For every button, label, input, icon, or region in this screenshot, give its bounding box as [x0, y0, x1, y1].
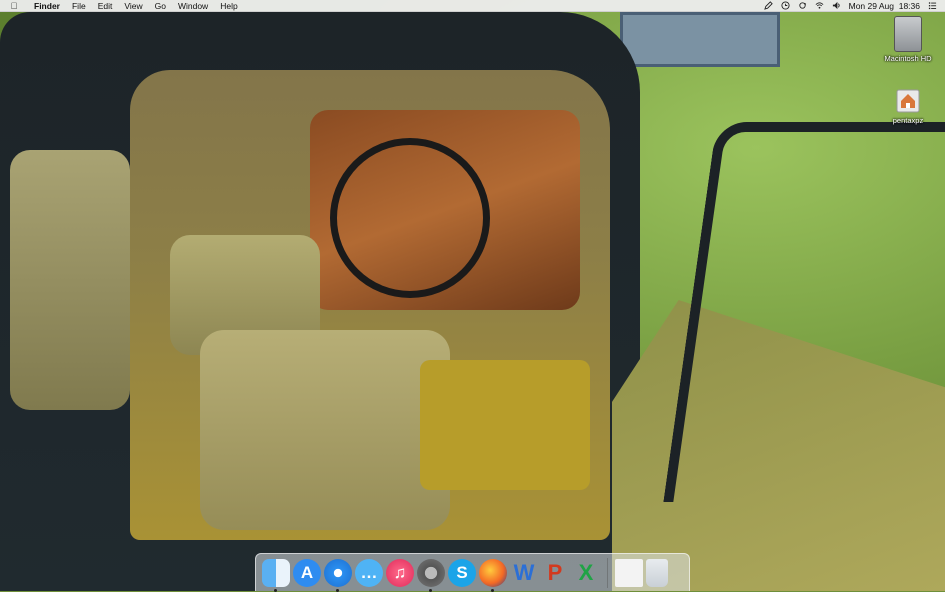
menu-help[interactable]: Help	[214, 0, 243, 12]
dock: A … ♫ S W P X	[255, 553, 690, 592]
desktop-icon-label: pentaxpz	[892, 116, 924, 125]
dock-separator	[607, 557, 608, 588]
desktop-wallpaper	[0, 0, 945, 591]
firefox-icon[interactable]	[479, 558, 507, 592]
app-store-icon[interactable]: A	[293, 558, 321, 587]
sync-icon[interactable]	[798, 1, 807, 10]
menu-bar:  Finder File Edit View Go Window Help M…	[0, 0, 945, 12]
running-indicator	[274, 588, 277, 592]
wallpaper-rear-seat	[10, 150, 130, 410]
notification-list-icon[interactable]	[928, 1, 937, 10]
word-icon[interactable]: W	[510, 559, 538, 587]
finder-icon[interactable]	[262, 558, 290, 592]
menu-file[interactable]: File	[66, 0, 92, 12]
desktop-icon-label: Macintosh HD	[884, 54, 932, 63]
hard-drive-icon	[894, 16, 922, 52]
home-folder-icon	[895, 86, 921, 114]
wallpaper-front-seat	[200, 330, 450, 530]
time-machine-icon[interactable]	[781, 1, 790, 10]
apple-logo-icon[interactable]: 	[0, 1, 28, 11]
desktop-icon-macintosh-hd[interactable]: Macintosh HD	[878, 16, 938, 63]
pen-icon[interactable]	[763, 1, 773, 10]
system-preferences-icon[interactable]	[417, 558, 445, 592]
word-glyph: W	[513, 559, 535, 585]
messages-icon[interactable]: …	[355, 558, 383, 587]
excel-icon[interactable]: X	[572, 559, 600, 587]
wallpaper-door-frame	[663, 122, 945, 502]
clock[interactable]: Mon 29 Aug 18:36	[849, 1, 920, 11]
wallpaper-floor-mat	[420, 360, 590, 490]
powerpoint-icon[interactable]: P	[541, 559, 569, 587]
status-area: Mon 29 Aug 18:36	[763, 1, 945, 11]
menu-app-finder[interactable]: Finder	[28, 0, 66, 12]
menu-view[interactable]: View	[118, 0, 148, 12]
safari-icon[interactable]	[324, 558, 352, 592]
running-indicator	[336, 588, 339, 592]
wifi-icon[interactable]	[815, 1, 824, 10]
itunes-icon[interactable]: ♫	[386, 558, 414, 587]
excel-glyph: X	[578, 559, 594, 585]
volume-icon[interactable]	[832, 1, 841, 10]
powerpoint-glyph: P	[547, 559, 563, 585]
menu-go[interactable]: Go	[149, 0, 172, 12]
desktop-icon-pentaxpz[interactable]: pentaxpz	[878, 86, 938, 125]
wallpaper-steering-wheel	[330, 138, 490, 298]
document-icon[interactable]	[615, 558, 643, 587]
skype-icon[interactable]: S	[448, 558, 476, 587]
wallpaper-trailer	[620, 12, 780, 67]
trash-icon[interactable]	[646, 558, 668, 587]
running-indicator	[491, 588, 494, 592]
skype-glyph: S	[456, 562, 468, 582]
menu-window[interactable]: Window	[172, 0, 214, 12]
running-indicator	[429, 588, 432, 592]
menu-edit[interactable]: Edit	[92, 0, 119, 12]
